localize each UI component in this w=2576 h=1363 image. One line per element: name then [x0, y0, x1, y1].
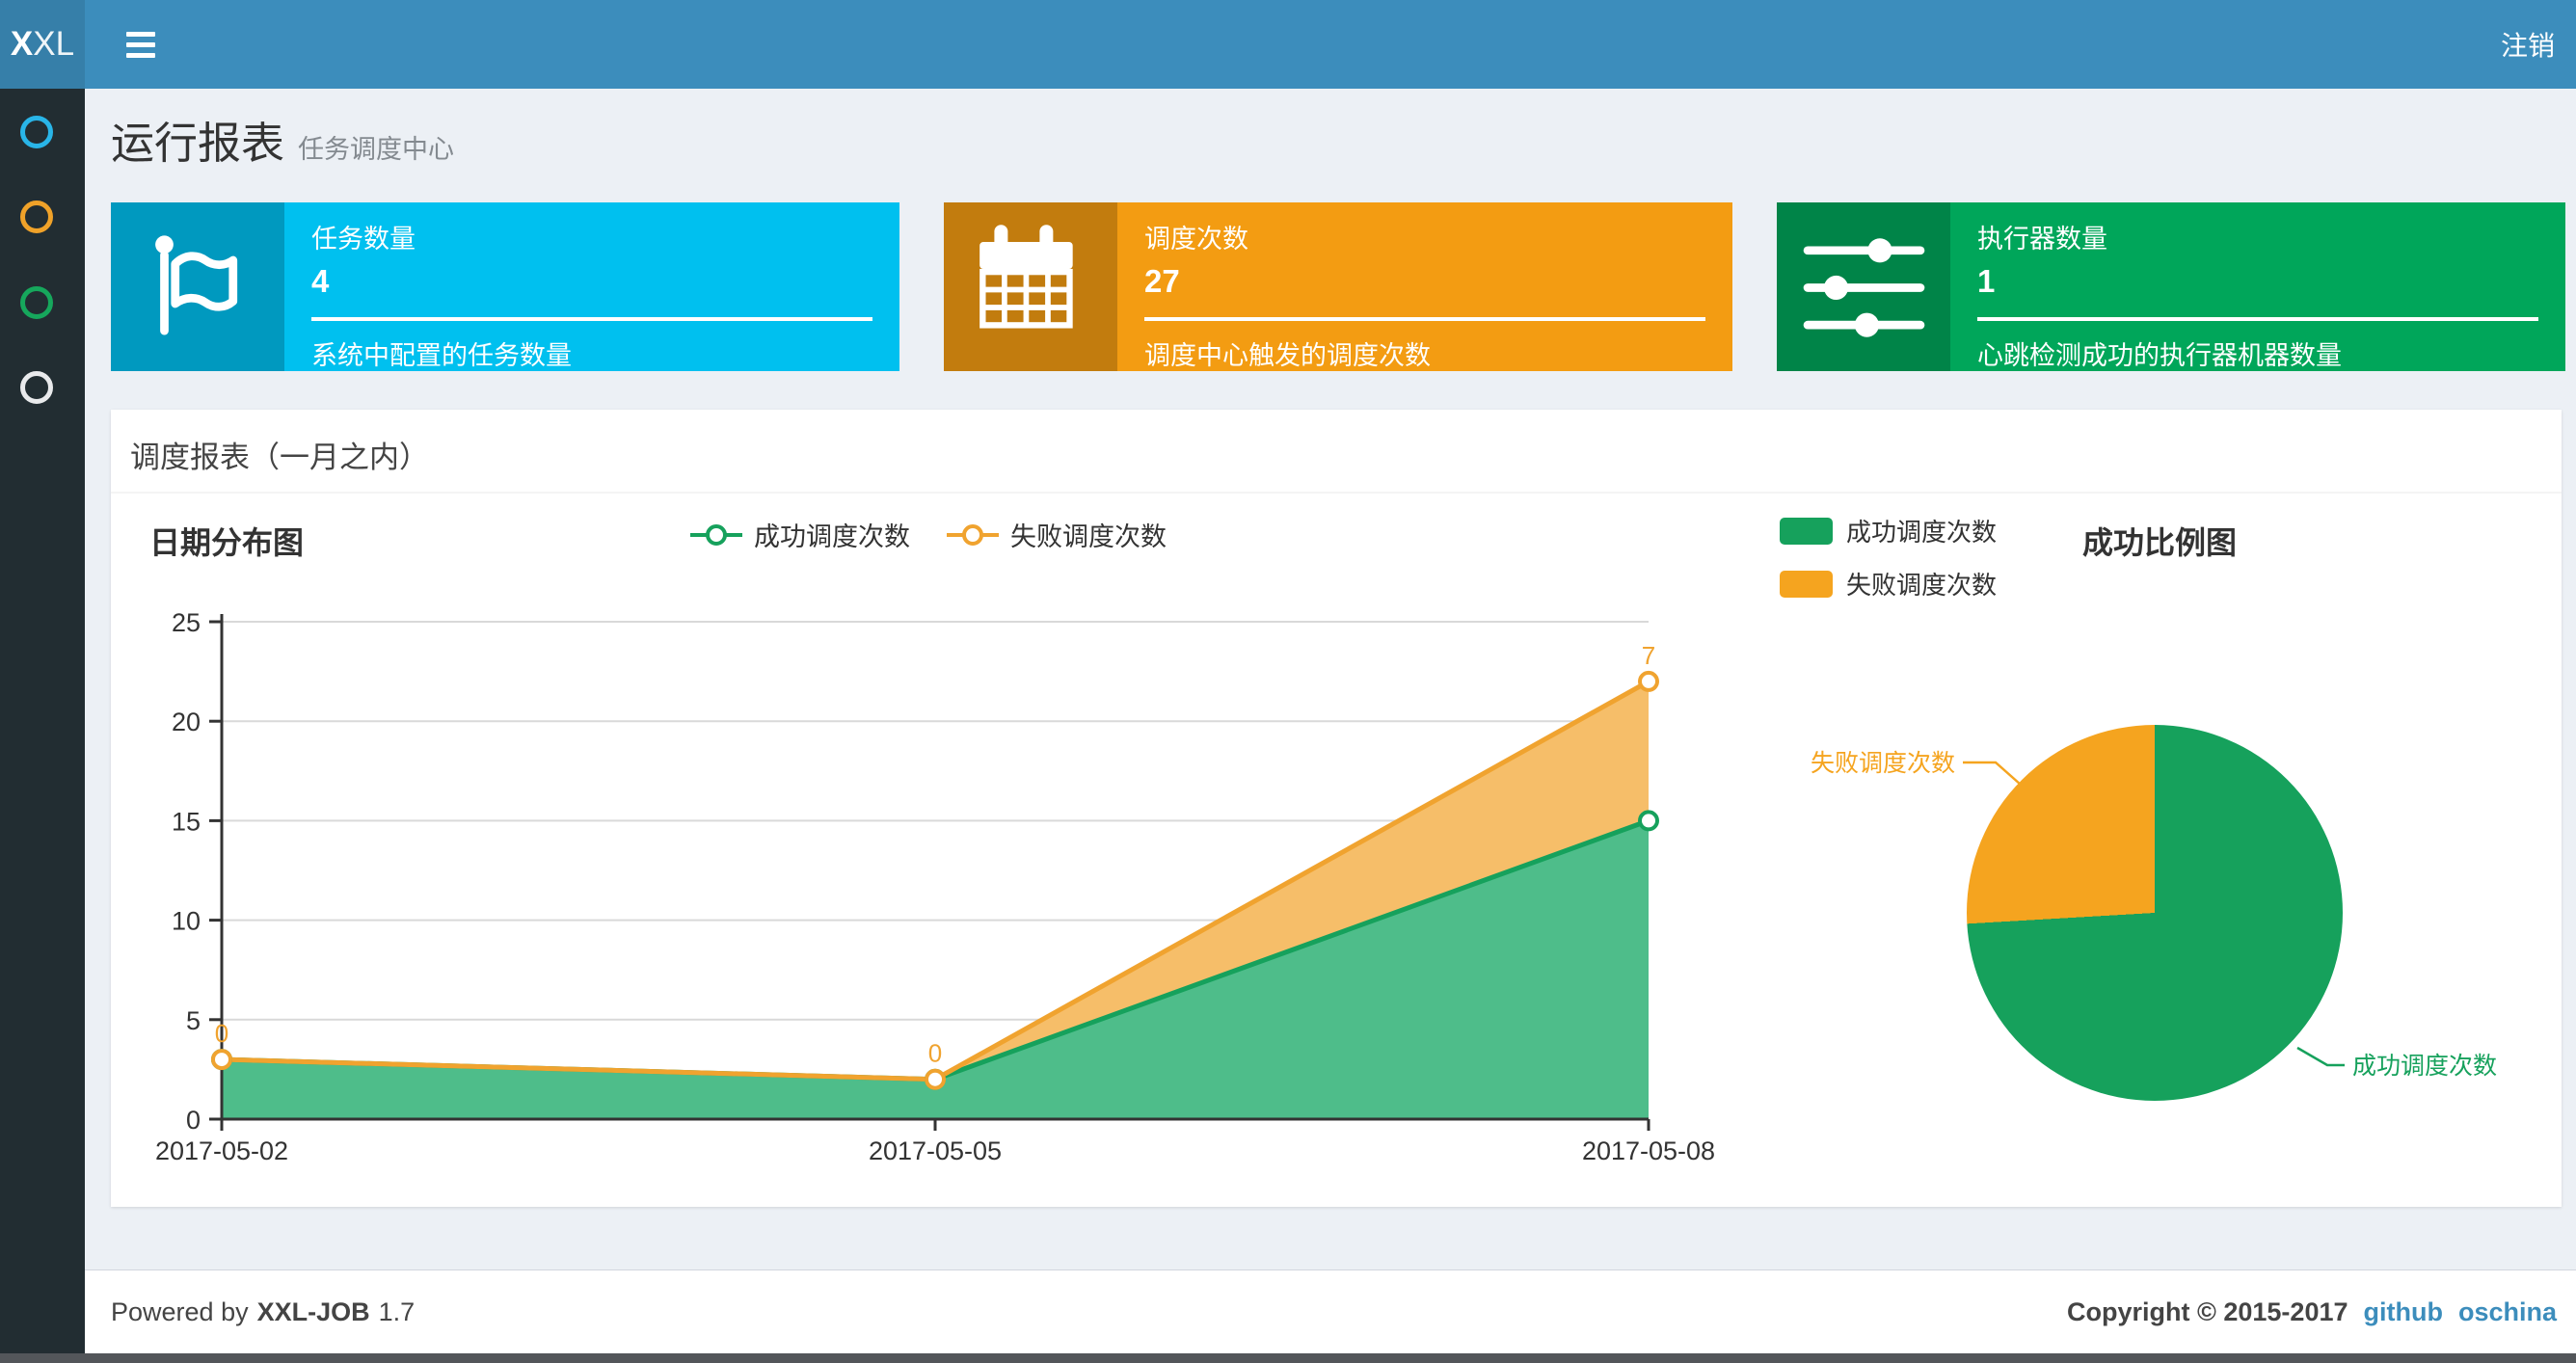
- legend-swatch-icon: [1780, 570, 1833, 598]
- info-box-description: 调度中心触发的调度次数: [1144, 341, 1431, 370]
- powered-by: Powered by XXL-JOB 1.7: [111, 1297, 415, 1327]
- line-legend-item-fail[interactable]: 失败调度次数: [947, 516, 1167, 553]
- legend-label: 成功调度次数: [1846, 518, 1998, 547]
- flag-icon: [111, 202, 284, 371]
- hamburger-menu-icon: [126, 31, 155, 37]
- page-subtitle: 任务调度中心: [298, 135, 455, 164]
- hamburger-menu-icon: [126, 41, 155, 47]
- xxl-job-dashboard: X XL 注销 运行报表 任务调度中心 任务数量 4 系统中配置的任务数量 调度…: [0, 0, 2576, 1363]
- fail-point-label: 0: [215, 1019, 228, 1048]
- panel-title: 调度报表（一月之内）: [130, 441, 429, 474]
- logo-text: XL: [33, 25, 75, 63]
- x-tick-label: 2017-05-08: [1582, 1136, 1715, 1165]
- success-ratio-pie: [1967, 725, 2343, 1101]
- success-slice-label: 成功调度次数: [2352, 1053, 2497, 1080]
- legend-line-circle-icon: [947, 523, 999, 546]
- info-box-value: 4: [311, 263, 330, 299]
- success-point-marker: [1638, 810, 1659, 832]
- sidebar-item-4-circle-icon[interactable]: [20, 371, 53, 404]
- pie-legend-item-success[interactable]: 成功调度次数: [1780, 513, 1997, 548]
- panel-divider: [111, 492, 2562, 494]
- legend-label: 成功调度次数: [754, 522, 910, 551]
- info-box-value: 27: [1144, 263, 1180, 299]
- pie-chart-legend: 成功调度次数 失败调度次数: [1780, 513, 1997, 601]
- legend-label: 失败调度次数: [1010, 522, 1167, 551]
- fail-line: [221, 679, 1650, 1082]
- copyright: Copyright © 2015-2017 github oschina: [2067, 1297, 2557, 1327]
- top-navbar: X XL 注销: [0, 0, 2576, 89]
- info-box-description: 系统中配置的任务数量: [311, 341, 572, 370]
- y-tick-label: 15: [172, 807, 201, 836]
- x-tick-label: 2017-05-05: [869, 1136, 1002, 1165]
- page-title: 运行报表 任务调度中心: [111, 108, 454, 171]
- fail-point-label: 7: [1642, 641, 1655, 670]
- progress-line: [1144, 317, 1705, 321]
- legend-label: 失败调度次数: [1846, 571, 1998, 600]
- sidebar-item-3-circle-icon[interactable]: [20, 286, 53, 319]
- info-box-description: 心跳检测成功的执行器机器数量: [1977, 341, 2342, 370]
- report-panel: 调度报表（一月之内） 日期分布图 成功调度次数 失败调度次数 成功调度次数 失败调度…: [111, 410, 2562, 1207]
- x-tick-label: 2017-05-02: [155, 1136, 288, 1165]
- sidebar: [0, 89, 85, 1363]
- legend-swatch-icon: [1780, 517, 1833, 545]
- calendar-icon: [944, 202, 1117, 371]
- fail-point-marker: [925, 1068, 946, 1090]
- fail-area: [222, 681, 1649, 1080]
- success-point-marker: [925, 1068, 946, 1090]
- fail-point-marker: [1638, 670, 1659, 692]
- success-slice-label-line: [2296, 1046, 2345, 1067]
- window-bottom-edge: [0, 1353, 2576, 1363]
- pie-legend-item-fail[interactable]: 失败调度次数: [1780, 566, 1997, 601]
- line-chart-legend: 成功调度次数 失败调度次数: [690, 516, 1167, 553]
- line-legend-item-success[interactable]: 成功调度次数: [690, 516, 910, 553]
- sidebar-toggle-button[interactable]: [114, 0, 168, 89]
- info-box-content: 执行器数量 1 心跳检测成功的执行器机器数量: [1950, 202, 2565, 371]
- product-version: 1.7: [378, 1296, 416, 1326]
- progress-line: [311, 317, 872, 321]
- sidebar-item-2-circle-icon[interactable]: [20, 200, 53, 233]
- powered-by-text: Powered by: [111, 1296, 249, 1326]
- pie-chart-title: 成功比例图: [2081, 525, 2238, 560]
- success-point-marker: [211, 1049, 232, 1071]
- fail-slice-label: 失败调度次数: [1811, 750, 1955, 777]
- product-name: XXL-JOB: [256, 1296, 370, 1326]
- info-box-label: 执行器数量: [1977, 225, 2107, 254]
- info-box-label: 调度次数: [1144, 225, 1248, 254]
- footer: Powered by XXL-JOB 1.7 Copyright © 2015-…: [85, 1269, 2576, 1353]
- logout-button[interactable]: 注销: [2501, 0, 2555, 89]
- line-chart-title: 日期分布图: [149, 525, 305, 560]
- fail-point-label: 0: [928, 1039, 942, 1068]
- info-box-value: 1: [1977, 263, 1996, 299]
- progress-line: [1977, 317, 2538, 321]
- page-title-text: 运行报表: [111, 119, 285, 168]
- info-box-trigger-count: 调度次数 27 调度中心触发的调度次数: [944, 202, 1732, 371]
- legend-line-circle-icon: [690, 523, 742, 546]
- fail-slice-label-line: [1963, 761, 2022, 786]
- github-link[interactable]: github: [2364, 1297, 2443, 1327]
- info-box-label: 任务数量: [311, 225, 416, 254]
- sliders-icon: [1777, 202, 1950, 371]
- hamburger-menu-icon: [126, 52, 155, 58]
- y-tick-label: 5: [186, 1006, 201, 1035]
- copyright-text: Copyright © 2015-2017: [2066, 1296, 2348, 1326]
- y-tick-label: 0: [186, 1106, 201, 1135]
- logo-text-bold: X: [10, 25, 34, 63]
- info-box-content: 调度次数 27 调度中心触发的调度次数: [1117, 202, 1732, 371]
- info-box-executor-count: 执行器数量 1 心跳检测成功的执行器机器数量: [1777, 202, 2565, 371]
- fail-point-marker: [211, 1049, 232, 1071]
- success-area: [222, 820, 1649, 1119]
- app-logo[interactable]: X XL: [0, 0, 85, 89]
- info-box-content: 任务数量 4 系统中配置的任务数量: [284, 202, 899, 371]
- oschina-link[interactable]: oschina: [2458, 1297, 2557, 1327]
- info-box-task-count: 任务数量 4 系统中配置的任务数量: [111, 202, 899, 371]
- y-tick-label: 25: [172, 608, 201, 637]
- sidebar-item-1-circle-icon[interactable]: [20, 116, 53, 148]
- y-tick-label: 20: [172, 708, 201, 736]
- success-line: [221, 818, 1650, 1082]
- y-tick-label: 10: [172, 907, 201, 936]
